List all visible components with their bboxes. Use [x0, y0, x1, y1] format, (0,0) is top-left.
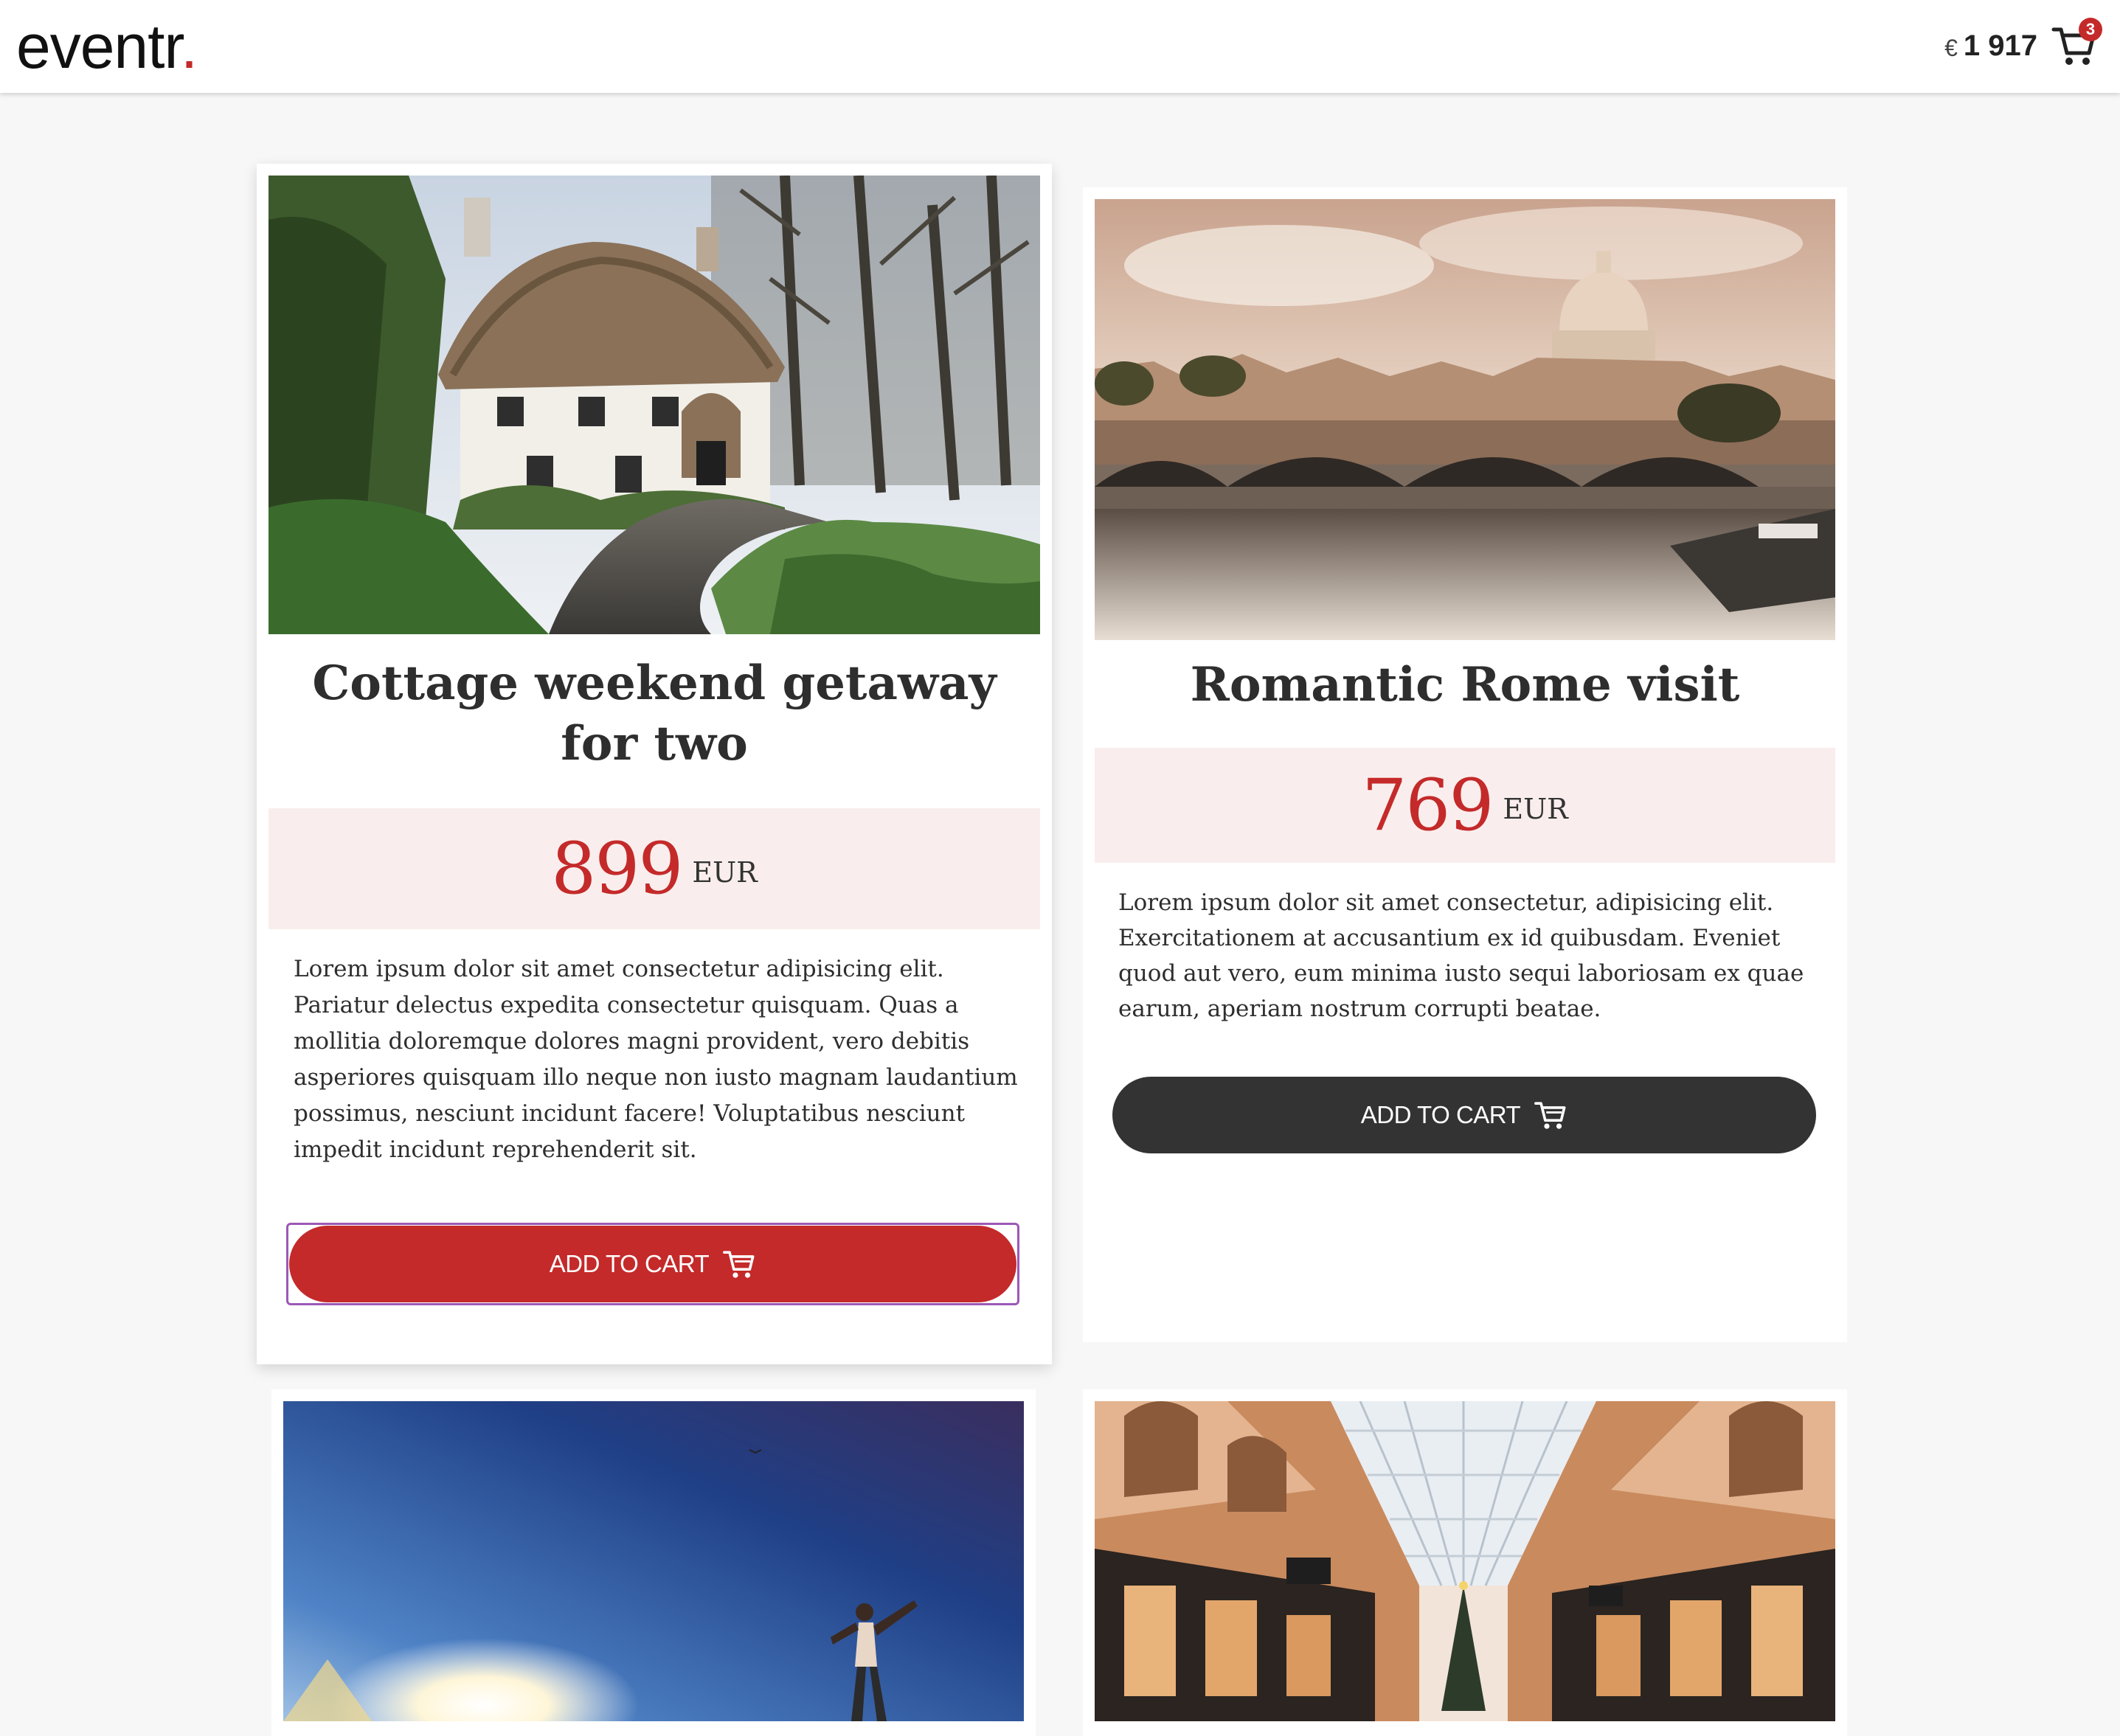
product-card-cottage: Cottage weekend getaway for two 899 EUR … — [257, 164, 1052, 1364]
product-title: Romantic Rome visit — [1190, 657, 1740, 712]
product-image-rome[interactable] — [1095, 199, 1835, 640]
top-header: eventr. € 1 917 3 — [0, 0, 2120, 93]
price-band: 769 EUR — [1095, 748, 1835, 863]
currency-symbol: € — [1944, 34, 1958, 61]
product-image-3[interactable] — [283, 1401, 1024, 1721]
product-title: Cottage weekend getaway for two — [312, 656, 997, 771]
price-band: 899 EUR — [269, 808, 1040, 929]
logo[interactable]: eventr. — [16, 6, 198, 87]
logo-text: eventr — [16, 12, 181, 81]
product-card-4 — [1083, 1389, 1847, 1736]
logo-dot: . — [180, 12, 198, 81]
cart-icon — [1534, 1102, 1566, 1129]
product-description: Lorem ipsum dolor sit amet consectetur a… — [294, 956, 1018, 1163]
cart-total: 1 917 — [1963, 29, 2037, 62]
price-value: 899 — [551, 827, 683, 910]
price-value: 769 — [1362, 764, 1494, 847]
product-image-cottage[interactable] — [269, 176, 1040, 634]
cart-icon — [723, 1251, 755, 1278]
product-card-rome: Romantic Rome visit 769 EUR Lorem ipsum … — [1083, 187, 1847, 1342]
add-to-cart-button[interactable]: ADD TO CART — [1112, 1077, 1816, 1153]
price-currency: EUR — [1503, 793, 1568, 825]
product-card-3 — [271, 1389, 1036, 1736]
cart-button[interactable]: 3 — [2051, 18, 2102, 69]
add-to-cart-label: ADD TO CART — [549, 1250, 710, 1277]
product-description: Lorem ipsum dolor sit amet consectetur, … — [1118, 889, 1804, 1022]
price-currency: EUR — [692, 856, 758, 889]
cart-count-badge: 3 — [2079, 18, 2102, 41]
cart-summary[interactable]: € 1 917 3 — [1944, 16, 2102, 75]
add-to-cart-button[interactable]: ADD TO CART — [289, 1226, 1016, 1302]
product-image-4[interactable] — [1095, 1401, 1835, 1721]
add-to-cart-label: ADD TO CART — [1360, 1101, 1521, 1128]
